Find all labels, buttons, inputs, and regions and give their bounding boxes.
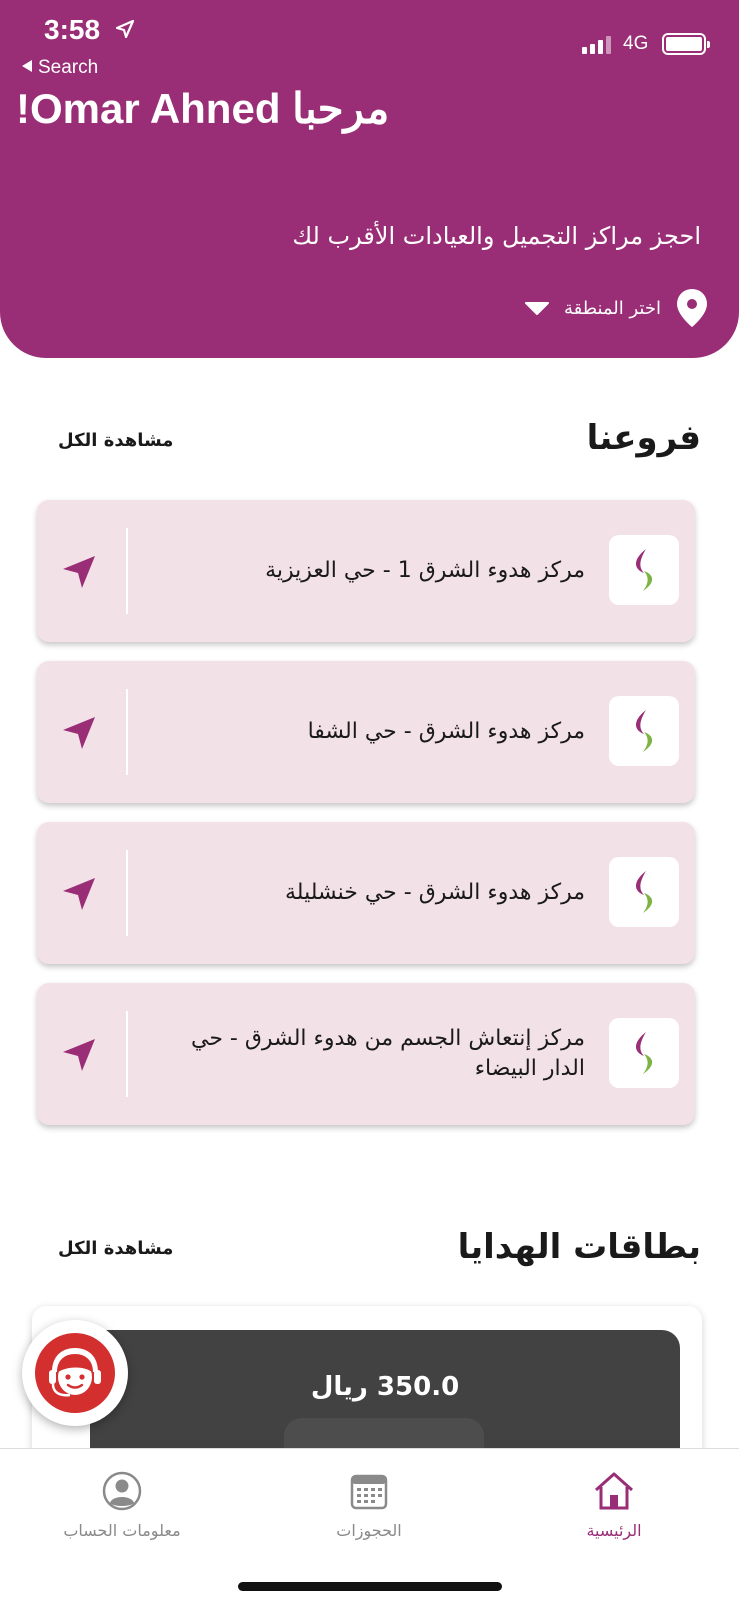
divider bbox=[126, 850, 128, 936]
tab-account[interactable]: معلومات الحساب bbox=[22, 1469, 222, 1540]
status-time: 3:58 bbox=[44, 14, 101, 45]
gift-cards-see-all-link[interactable]: مشاهدة الكل bbox=[58, 1238, 173, 1259]
home-icon bbox=[595, 1472, 633, 1510]
back-label: Search bbox=[38, 57, 99, 78]
tab-bookings-label: الحجوزات bbox=[336, 1521, 402, 1540]
greeting-title: !Omar Ahned مرحبا bbox=[16, 85, 390, 132]
support-agent-icon bbox=[35, 1333, 115, 1413]
branches-title: فروعنا bbox=[586, 418, 701, 458]
header-subtitle: احجز مراكز التجميل والعيادات الأقرب لك bbox=[292, 222, 701, 250]
gift-card-amount: 350.0 ريال bbox=[310, 1372, 460, 1402]
tab-account-label: معلومات الحساب bbox=[63, 1521, 181, 1540]
navigate-icon[interactable] bbox=[59, 874, 99, 914]
battery-icon bbox=[662, 33, 710, 55]
branch-name: مركز هدوء الشرق - حي خنشليلة bbox=[284, 880, 585, 905]
region-label: اختر المنطقة bbox=[563, 297, 661, 319]
network-type: 4G bbox=[623, 33, 649, 54]
header-banner: 3:58 Search 4G !Omar Ahned مرحبا احجز مر… bbox=[0, 0, 739, 358]
gift-cards-title: بطاقات الهدايا bbox=[457, 1227, 701, 1267]
brand-logo-icon bbox=[609, 696, 679, 766]
divider bbox=[126, 528, 128, 614]
branches-see-all-link[interactable]: مشاهدة الكل bbox=[58, 430, 173, 451]
tab-home[interactable]: الرئيسية bbox=[514, 1469, 714, 1540]
branch-card[interactable]: مركز هدوء الشرق - حي الشفا bbox=[37, 661, 695, 803]
user-icon bbox=[102, 1471, 142, 1511]
navigate-icon[interactable] bbox=[59, 1035, 99, 1075]
tab-home-label: الرئيسية bbox=[586, 1521, 642, 1540]
navigate-icon[interactable] bbox=[59, 713, 99, 753]
divider bbox=[126, 689, 128, 775]
branch-name: مركز هدوء الشرق 1 - حي العزيزية bbox=[265, 558, 585, 583]
divider bbox=[126, 1011, 128, 1097]
customer-support-button[interactable] bbox=[22, 1320, 128, 1426]
brand-logo-icon bbox=[609, 857, 679, 927]
home-indicator bbox=[238, 1582, 502, 1591]
branch-card[interactable]: مركز هدوء الشرق 1 - حي العزيزية bbox=[37, 500, 695, 642]
chevron-down-icon bbox=[524, 302, 549, 315]
signal-icon bbox=[582, 34, 611, 54]
back-to-search-link[interactable]: Search bbox=[22, 57, 98, 79]
brand-logo-icon bbox=[609, 1018, 679, 1088]
tab-bookings[interactable]: الحجوزات bbox=[269, 1469, 469, 1540]
branch-name: مركز إنتعاش الجسم من هدوء الشرق - حي الد… bbox=[191, 1026, 585, 1081]
region-selector[interactable]: اختر المنطقة bbox=[524, 288, 709, 328]
bottom-tab-bar: الرئيسية الحجوزات معلومات الحساب bbox=[0, 1448, 739, 1600]
map-pin-icon bbox=[677, 289, 707, 327]
back-triangle-icon bbox=[22, 60, 32, 72]
brand-logo-icon bbox=[609, 535, 679, 605]
branch-name: مركز هدوء الشرق - حي الشفا bbox=[307, 719, 585, 744]
location-arrow-icon bbox=[116, 20, 134, 38]
navigate-icon[interactable] bbox=[59, 552, 99, 592]
calendar-icon bbox=[350, 1474, 388, 1510]
branch-card[interactable]: مركز هدوء الشرق - حي خنشليلة bbox=[37, 822, 695, 964]
branch-card[interactable]: مركز إنتعاش الجسم من هدوء الشرق - حي الد… bbox=[37, 983, 695, 1125]
